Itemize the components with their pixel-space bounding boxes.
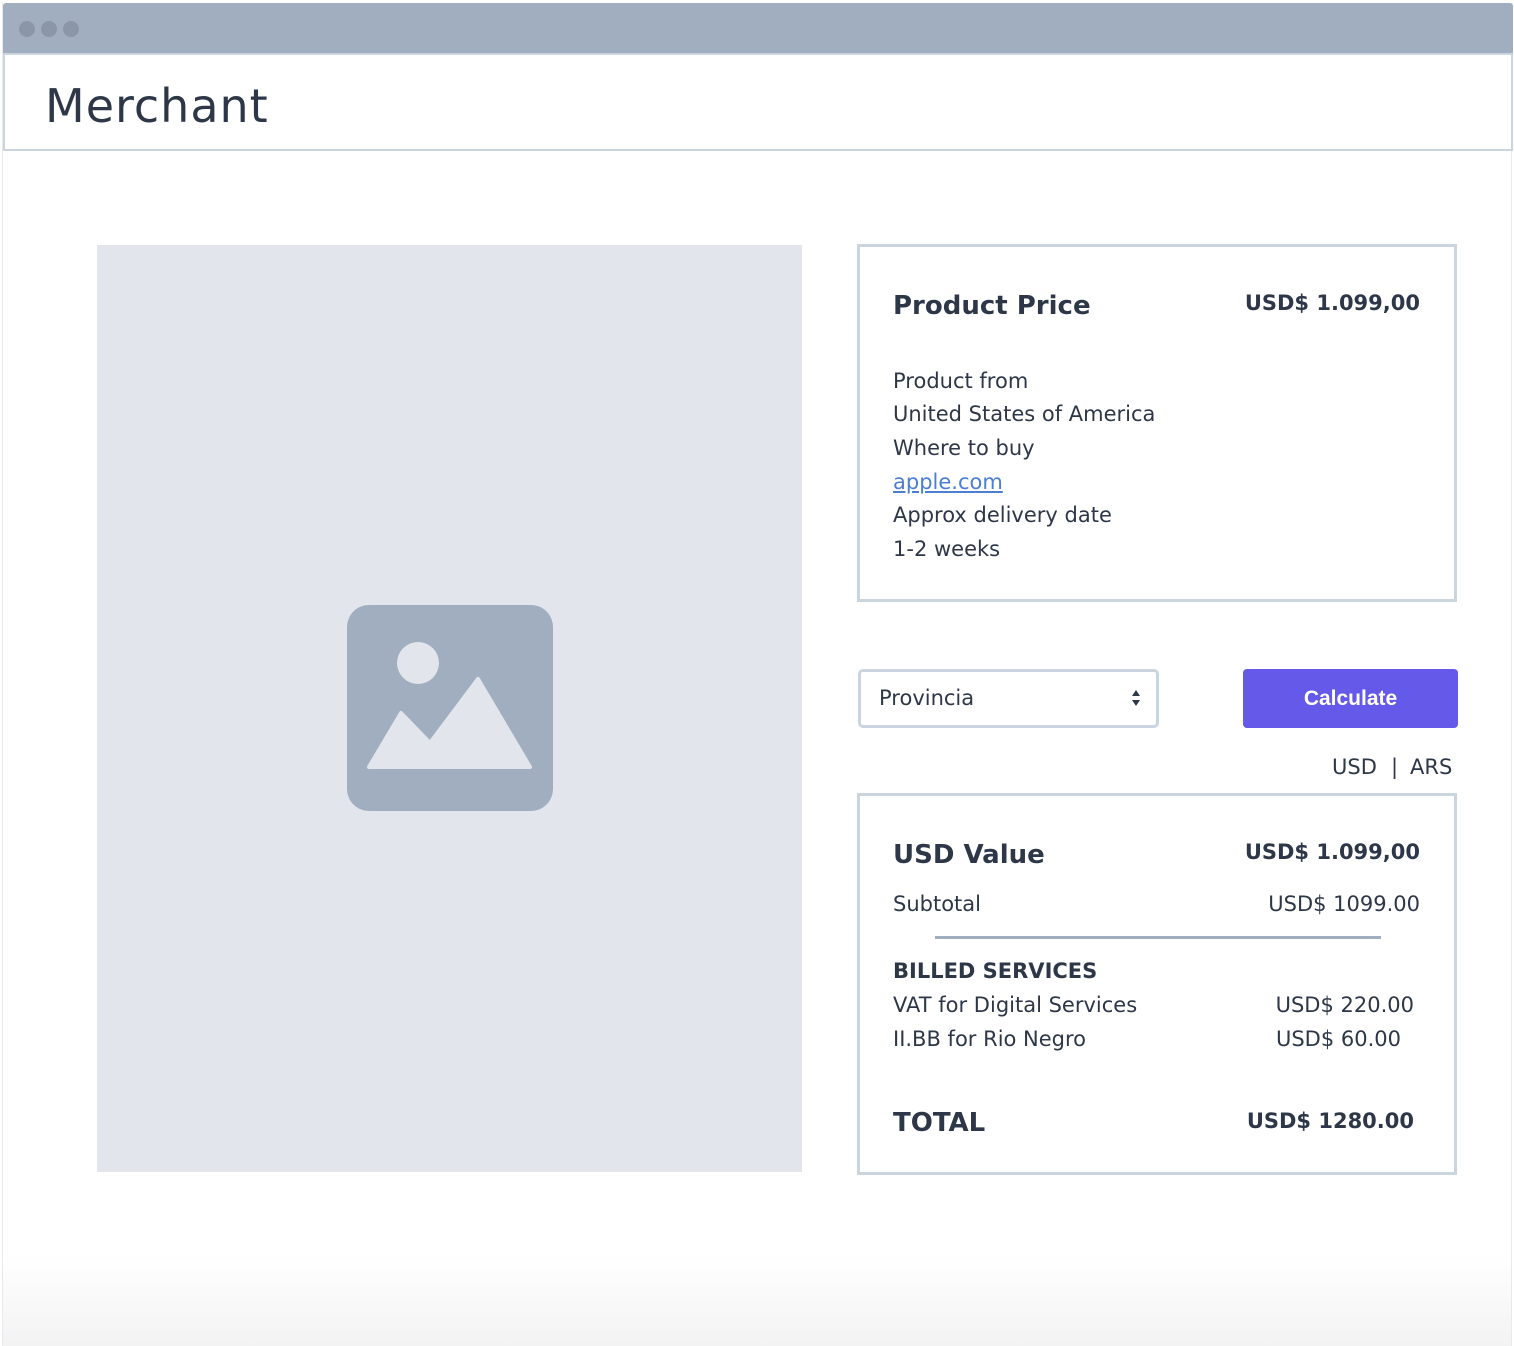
page-header: Merchant bbox=[3, 53, 1513, 151]
usd-value-title: USD Value bbox=[893, 840, 1045, 870]
subtotal-amount: USD$ 1099.00 bbox=[1268, 892, 1420, 916]
page-title: Merchant bbox=[45, 79, 269, 133]
usd-value-card: USD Value USD$ 1.099,00 Subtotal USD$ 10… bbox=[857, 793, 1457, 1175]
currency-separator: | bbox=[1391, 755, 1399, 779]
product-price-amount: USD$ 1.099,00 bbox=[1244, 291, 1420, 315]
window-dot-icon[interactable] bbox=[19, 21, 35, 37]
product-price-card: Product Price USD$ 1.099,00 Product from… bbox=[857, 244, 1457, 602]
where-to-buy-label: Where to buy bbox=[893, 436, 1035, 460]
delivery-value: 1-2 weeks bbox=[893, 537, 1001, 561]
usd-value-amount: USD$ 1.099,00 bbox=[1244, 840, 1420, 864]
total-label: TOTAL bbox=[893, 1108, 986, 1138]
service-label: II.BB for Rio Negro bbox=[893, 1027, 1087, 1051]
currency-usd-toggle[interactable]: USD bbox=[1332, 755, 1377, 779]
total-amount: USD$ 1280.00 bbox=[1246, 1109, 1414, 1133]
subtotal-divider bbox=[935, 936, 1381, 939]
calculate-button[interactable]: Calculate bbox=[1243, 669, 1458, 728]
origin-label: Product from bbox=[893, 369, 1029, 393]
image-placeholder-icon bbox=[347, 605, 553, 811]
product-price-title: Product Price bbox=[893, 291, 1091, 321]
province-select[interactable]: Provincia bbox=[858, 669, 1159, 728]
service-amount: USD$ 60.00 bbox=[1275, 1027, 1401, 1051]
product-image-placeholder bbox=[97, 245, 802, 1172]
origin-value: United States of America bbox=[893, 402, 1156, 426]
billed-services-heading: BILLED SERVICES bbox=[893, 959, 1098, 983]
delivery-label: Approx delivery date bbox=[893, 503, 1112, 527]
window-titlebar bbox=[3, 3, 1513, 53]
window-dot-icon[interactable] bbox=[41, 21, 57, 37]
currency-ars-toggle[interactable]: ARS bbox=[1410, 755, 1452, 779]
subtotal-label: Subtotal bbox=[893, 892, 981, 916]
where-to-buy-link[interactable]: apple.com bbox=[893, 466, 1003, 500]
service-label: VAT for Digital Services bbox=[893, 993, 1138, 1017]
window-dot-icon[interactable] bbox=[63, 21, 79, 37]
province-select-value: Provincia bbox=[879, 686, 975, 710]
updown-arrows-icon bbox=[1132, 690, 1140, 706]
service-amount: USD$ 220.00 bbox=[1275, 993, 1414, 1017]
